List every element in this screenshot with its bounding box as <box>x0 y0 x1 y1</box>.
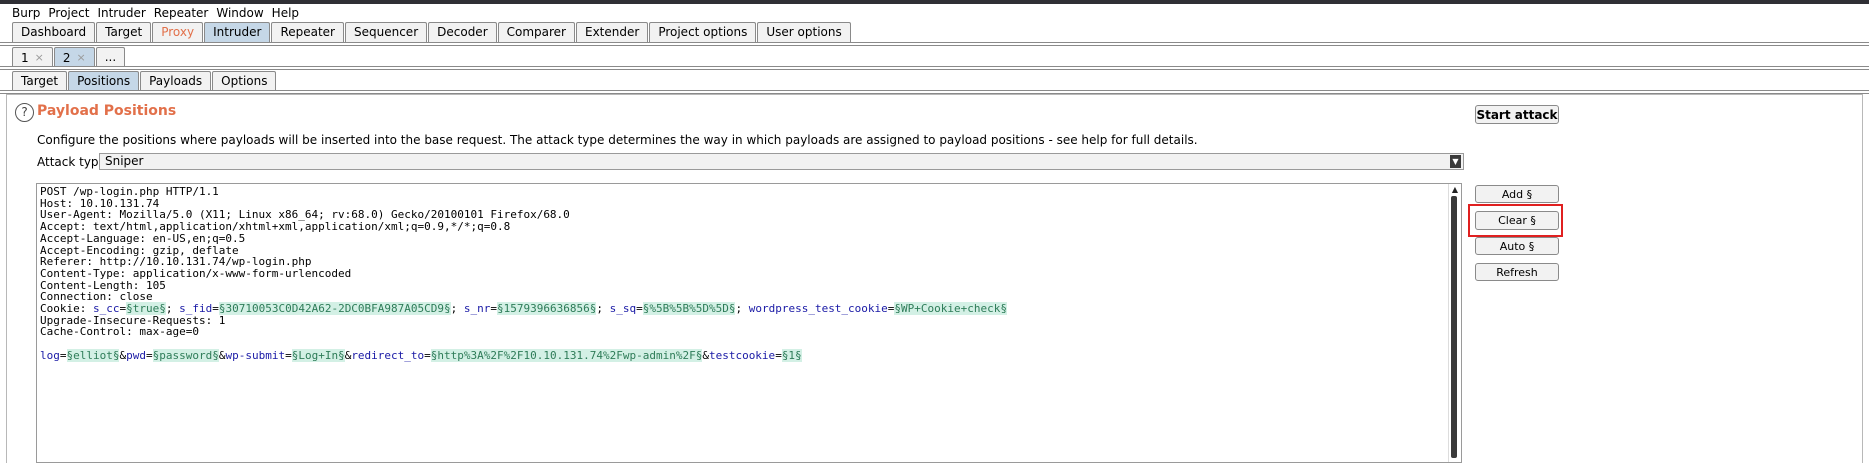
auto-marker-button[interactable]: Auto § <box>1475 237 1559 255</box>
attack-tab-divider <box>0 66 1869 70</box>
equals-sign: = <box>59 348 67 362</box>
request-editor[interactable]: POST /wp-login.php HTTP/1.1 Host: 10.10.… <box>36 183 1462 463</box>
body-key: redirect_to <box>351 348 425 362</box>
body-key: log <box>40 348 60 362</box>
header-cache-control: Cache-Control: max-age=0 <box>40 325 199 339</box>
tab-decoder[interactable]: Decoder <box>428 22 497 42</box>
tab-comparer[interactable]: Comparer <box>497 22 575 42</box>
payload-marker: §Log+In§ <box>291 348 345 362</box>
body-key: pwd <box>126 348 146 362</box>
cookie-key: s_nr <box>463 302 491 316</box>
menu-window[interactable]: Window <box>216 6 263 20</box>
cookie-key: s_sq <box>609 302 637 316</box>
start-attack-button[interactable]: Start attack <box>1475 105 1559 124</box>
tab-project-options[interactable]: Project options <box>649 22 757 42</box>
payload-marker: §1§ <box>781 348 802 362</box>
window-top-strip <box>0 0 1869 4</box>
new-attack-tab[interactable]: ... <box>95 47 126 67</box>
separator: ; <box>596 302 610 316</box>
payload-marker: §password§ <box>152 348 219 362</box>
separator: ; <box>450 302 464 316</box>
equals-sign: = <box>424 348 431 362</box>
menu-bar: Burp Project Intruder Repeater Window He… <box>0 0 1869 24</box>
clear-marker-button[interactable]: Clear § <box>1475 211 1559 230</box>
tab-repeater[interactable]: Repeater <box>271 22 344 42</box>
subtab-options[interactable]: Options <box>212 71 277 91</box>
close-icon[interactable]: × <box>77 49 86 67</box>
menu-help[interactable]: Help <box>272 6 299 20</box>
payload-marker: §elliot§ <box>66 348 120 362</box>
tab-user-options[interactable]: User options <box>757 22 851 42</box>
tab-divider <box>0 42 1869 46</box>
attack-type-select[interactable]: Sniper ▼ <box>99 153 1464 170</box>
menu-intruder[interactable]: Intruder <box>97 6 145 20</box>
subtab-payloads[interactable]: Payloads <box>140 71 212 91</box>
payload-marker: §30710053C0D42A62-2DC0BFA987A05CD9§ <box>218 302 451 316</box>
tab-intruder[interactable]: Intruder <box>204 22 271 42</box>
menu-project[interactable]: Project <box>48 6 89 20</box>
section-title: Payload Positions <box>37 103 177 119</box>
tab-sequencer[interactable]: Sequencer <box>345 22 428 42</box>
body-key: wp-submit <box>225 348 286 362</box>
ampersand: & <box>702 348 709 362</box>
tab-extender[interactable]: Extender <box>576 22 649 42</box>
equals-sign: = <box>285 348 292 362</box>
attack-tab-1[interactable]: 1 × <box>12 47 53 67</box>
scroll-up-arrow-icon[interactable]: ▲ <box>1450 186 1460 194</box>
body-key: testcookie <box>708 348 776 362</box>
payload-marker: §1579396636856§ <box>497 302 597 316</box>
separator: ; <box>735 302 749 316</box>
equals-sign: = <box>775 348 782 362</box>
help-icon[interactable]: ? <box>15 103 34 122</box>
menu-repeater[interactable]: Repeater <box>154 6 209 20</box>
equals-sign: = <box>145 348 153 362</box>
payload-marker: §WP+Cookie+check§ <box>894 302 1008 316</box>
attack-tab-2[interactable]: 2 × <box>53 47 95 67</box>
subtab-positions[interactable]: Positions <box>68 71 140 91</box>
tab-proxy[interactable]: Proxy <box>152 22 204 42</box>
attack-tab-1-label: 1 <box>21 50 29 65</box>
tab-target[interactable]: Target <box>96 22 152 42</box>
equals-sign: = <box>636 302 643 316</box>
sub-tab-bar: Target Positions Payloads Options <box>0 71 277 91</box>
attack-tab-2-label: 2 <box>62 50 71 65</box>
section-description: Configure the positions where payloads w… <box>37 133 1198 147</box>
add-marker-button[interactable]: Add § <box>1475 185 1559 203</box>
cookie-key: wordpress_test_cookie <box>748 302 888 316</box>
main-tab-bar: Dashboard Target Proxy Intruder Repeater… <box>0 22 852 42</box>
attack-type-value: Sniper <box>105 154 144 168</box>
subtab-target[interactable]: Target <box>12 71 68 91</box>
payload-marker: §http%3A%2F%2F10.10.131.74%2Fwp-admin%2F… <box>430 348 703 362</box>
chevron-down-icon: ▼ <box>1450 155 1461 168</box>
refresh-button[interactable]: Refresh <box>1475 263 1559 281</box>
close-icon[interactable]: × <box>35 49 44 67</box>
attack-tab-bar: 1 × 2 × ... <box>0 47 126 67</box>
tab-dashboard[interactable]: Dashboard <box>12 22 96 42</box>
menu-burp[interactable]: Burp <box>12 6 40 20</box>
scrollbar-thumb[interactable] <box>1451 196 1457 458</box>
editor-scrollbar[interactable]: ▲ <box>1448 184 1461 462</box>
payload-marker: §%5B%5B%5D%5D§ <box>642 302 736 316</box>
